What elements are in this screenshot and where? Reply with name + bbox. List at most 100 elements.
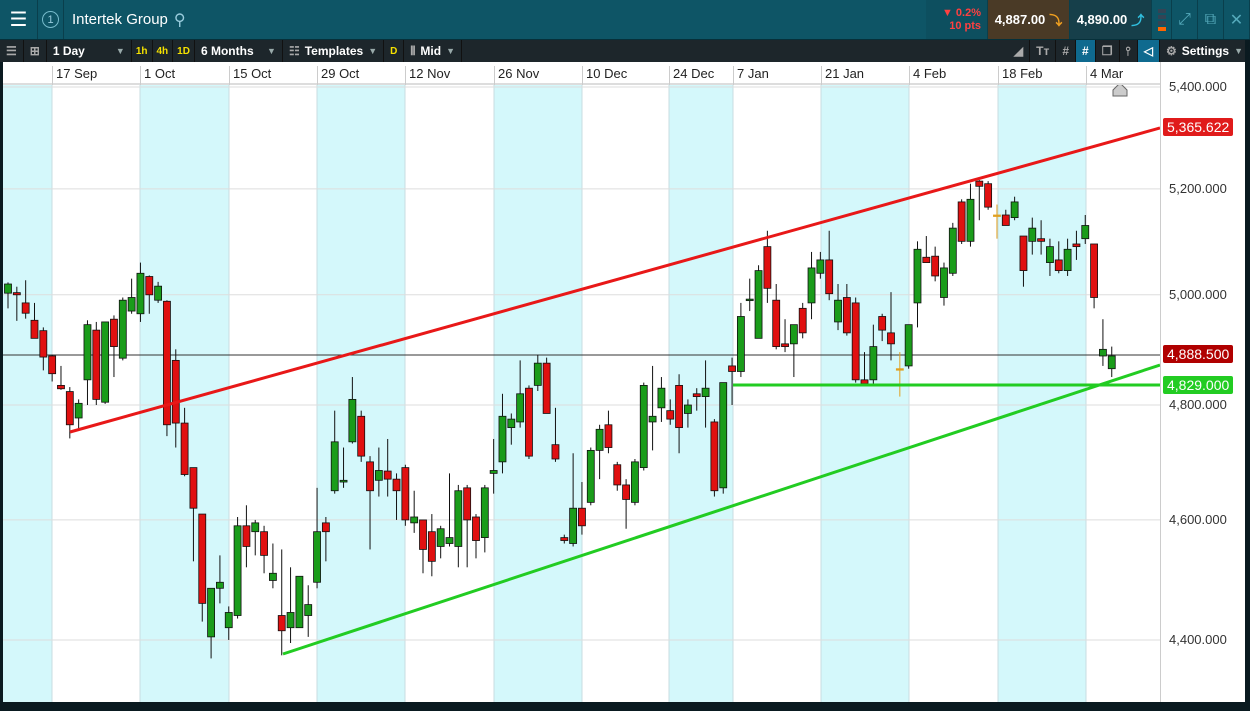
candle-body — [295, 575, 304, 629]
quick-4h[interactable]: 4h — [153, 40, 174, 62]
popout-icon[interactable]: ⧉ — [1198, 0, 1224, 39]
instrument-header: ☰ 1 Intertek Group ⚲ ▼ 0.2% 10 pts 4,887.0… — [0, 0, 1250, 40]
layout-icon[interactable]: ⊞ — [24, 40, 47, 62]
interval-dropdown[interactable]: 1 Day ▼ — [47, 40, 132, 62]
copy-icon[interactable]: ❐ — [1096, 40, 1120, 62]
candle-body — [472, 516, 480, 541]
candle-body — [622, 484, 630, 500]
candle-body — [180, 422, 189, 475]
candle-body — [798, 307, 807, 334]
candle-body — [348, 398, 357, 443]
candle-body — [966, 198, 975, 242]
candle-body — [154, 285, 163, 301]
candle-body — [516, 393, 525, 423]
sell-price: 4,887.00 — [994, 12, 1046, 27]
search-icon[interactable]: ⚲ — [174, 10, 186, 30]
candle-body — [39, 330, 48, 358]
candle-body — [118, 299, 127, 359]
interval-value: 1 Day — [52, 44, 85, 58]
candle-body — [357, 415, 366, 457]
settings-dropdown[interactable]: ⚙ Settings ▼ — [1160, 40, 1250, 62]
templates-dropdown[interactable]: ☷ Templates ▼ — [283, 40, 385, 62]
candle-body — [330, 441, 339, 492]
candle-body — [595, 428, 604, 451]
quick-1h[interactable]: 1h — [132, 40, 153, 62]
chevron-down-icon: ▼ — [267, 46, 276, 56]
candle-body — [648, 415, 657, 423]
text-size-icon[interactable]: Tт — [1030, 40, 1057, 62]
label-icon[interactable]: ◁ — [1137, 40, 1160, 62]
candle-body — [127, 297, 136, 312]
price-tick: 5,200.000 — [1169, 180, 1227, 196]
candle-body — [851, 302, 860, 381]
expand-icon[interactable]: ⤢ — [1172, 0, 1198, 39]
candle-body — [895, 368, 904, 371]
candle-body — [383, 470, 392, 480]
candle-body — [507, 418, 516, 429]
sell-button[interactable]: 4,887.00 ⤵ — [988, 0, 1070, 39]
support-tag: 4,829.000 — [1163, 376, 1234, 394]
date-label: 4 Feb — [909, 66, 946, 85]
candle-body — [887, 332, 895, 345]
candle-body — [427, 531, 436, 562]
current-price-tag: 4,888.500 — [1163, 345, 1234, 363]
date-label: 15 Oct — [229, 66, 271, 85]
candle-body — [48, 355, 57, 375]
list-icon[interactable]: ☰ — [0, 40, 24, 62]
candle-body — [869, 346, 878, 381]
price-change: ▼ 0.2% 10 pts — [926, 0, 988, 39]
price-type-dropdown[interactable]: ⫴ Mid ▼ — [404, 40, 462, 62]
candle-body — [728, 365, 736, 372]
candle-body — [931, 255, 940, 277]
candle-body — [445, 537, 454, 544]
sliders-icon: ☷ — [288, 44, 300, 58]
crosshair-icon[interactable]: ⫯ — [1120, 40, 1138, 62]
candle-body — [1054, 259, 1063, 272]
candle-body — [1019, 235, 1028, 272]
candle-body — [692, 393, 701, 397]
candle-body — [525, 387, 533, 457]
candle-body — [754, 270, 763, 339]
candle-body — [604, 424, 613, 448]
candle-body — [489, 470, 498, 474]
candle-body — [260, 531, 268, 556]
candle-body — [304, 604, 313, 616]
candle-body — [834, 299, 842, 323]
candle-body — [789, 324, 798, 345]
grid-icon[interactable]: # — [1056, 40, 1077, 62]
range-dropdown[interactable]: 6 Months ▼ — [195, 40, 283, 62]
buy-price: 4,890.00 — [1076, 12, 1128, 27]
candle-body — [454, 490, 463, 547]
draw-line-icon[interactable]: ◢ — [1008, 40, 1031, 62]
buy-button[interactable]: 4,890.00 ⤴ — [1070, 0, 1152, 39]
quick-1d[interactable]: 1D — [173, 40, 195, 62]
menu-icon[interactable]: ☰ — [0, 0, 38, 39]
candle-body — [277, 615, 286, 632]
signal-strength-icon — [1152, 0, 1172, 39]
price-axis: 5,400.000 5,200.000 5,000.000 4,800.000 4,60… — [1160, 62, 1245, 702]
candle-body — [878, 316, 887, 331]
candle-body — [701, 387, 710, 397]
candle-body — [948, 227, 957, 274]
candle-body — [1046, 246, 1054, 263]
candle-body — [436, 528, 445, 547]
candle-body — [860, 379, 869, 385]
price-tick: 4,400.000 — [1169, 631, 1227, 647]
candle-body — [904, 324, 913, 367]
price-chart[interactable] — [3, 85, 1160, 702]
candle-body — [216, 581, 224, 589]
candle-body — [551, 444, 560, 460]
date-label: 21 Jan — [821, 66, 864, 85]
link-group-badge[interactable]: 1 — [42, 11, 59, 28]
candle-body — [736, 316, 745, 372]
candle-body — [542, 362, 551, 414]
candle-body — [313, 531, 321, 583]
d-button[interactable]: D — [384, 40, 405, 62]
candle-body — [807, 267, 816, 304]
chevron-down-icon: ▼ — [1234, 46, 1243, 56]
candle-body — [684, 404, 692, 414]
instrument-title[interactable]: Intertek Group — [72, 11, 168, 28]
grid-draw-icon[interactable]: # — [1076, 40, 1096, 62]
candle-body — [286, 612, 295, 629]
close-icon[interactable]: ✕ — [1224, 0, 1250, 39]
